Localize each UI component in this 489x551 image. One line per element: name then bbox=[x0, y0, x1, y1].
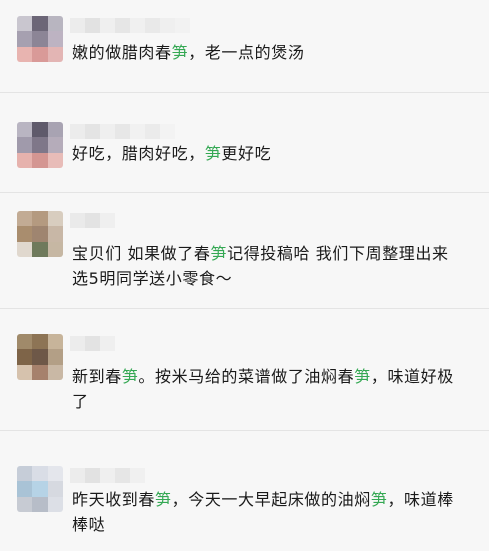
comments-screen: { "comments": [ { "segments": [ {"t":"嫩的… bbox=[0, 0, 489, 551]
comment-text-segment: ，今天一大早起床做的油焖 bbox=[171, 490, 371, 509]
divider bbox=[0, 192, 489, 193]
username-blurred bbox=[70, 124, 175, 139]
user-avatar[interactable] bbox=[17, 122, 63, 168]
username-blurred bbox=[70, 213, 115, 228]
comment-text-segment: 新到春 bbox=[72, 367, 122, 386]
username-blurred bbox=[70, 468, 145, 483]
divider bbox=[0, 308, 489, 309]
highlighted-keyword: 笋 bbox=[171, 43, 189, 62]
divider bbox=[0, 92, 489, 93]
comment-text-segment: 嫩的做腊肉春 bbox=[72, 43, 172, 62]
comment-text: 新到春笋。按米马给的菜谱做了油焖春笋，味道好极了 bbox=[72, 364, 467, 414]
user-avatar[interactable] bbox=[17, 334, 63, 380]
user-avatar[interactable] bbox=[17, 211, 63, 257]
comment-text: 好吃，腊肉好吃，笋更好吃 bbox=[72, 141, 467, 166]
highlighted-keyword: 笋 bbox=[121, 367, 139, 386]
comment-text-segment: 昨天收到春 bbox=[72, 490, 156, 509]
divider bbox=[0, 430, 489, 431]
highlighted-keyword: 笋 bbox=[155, 490, 172, 509]
comment-text: 嫩的做腊肉春笋，老一点的煲汤 bbox=[72, 40, 467, 65]
highlighted-keyword: 笋 bbox=[370, 490, 388, 509]
comment-text-segment: 。按米马给的菜谱做了油焖春 bbox=[138, 367, 355, 386]
comment-text-segment: 好吃，腊肉好吃， bbox=[72, 144, 205, 163]
highlighted-keyword: 笋 bbox=[204, 144, 222, 163]
user-avatar[interactable] bbox=[17, 466, 63, 512]
comment-text-segment: 更好吃 bbox=[221, 144, 272, 163]
highlighted-keyword: 笋 bbox=[354, 367, 371, 386]
comment-text-segment: ，老一点的煲汤 bbox=[188, 43, 305, 62]
comment-text: 宝贝们 如果做了春笋记得投稿哈 我们下周整理出来 选5明同学送小零食～ bbox=[72, 241, 467, 291]
username-blurred bbox=[70, 336, 115, 351]
comment-text: 昨天收到春笋，今天一大早起床做的油焖笋，味道棒棒哒 bbox=[72, 487, 467, 537]
comment-text-segment: 宝贝们 如果做了春 bbox=[72, 244, 211, 263]
highlighted-keyword: 笋 bbox=[210, 244, 228, 263]
username-blurred bbox=[70, 18, 190, 33]
user-avatar[interactable] bbox=[17, 16, 63, 62]
